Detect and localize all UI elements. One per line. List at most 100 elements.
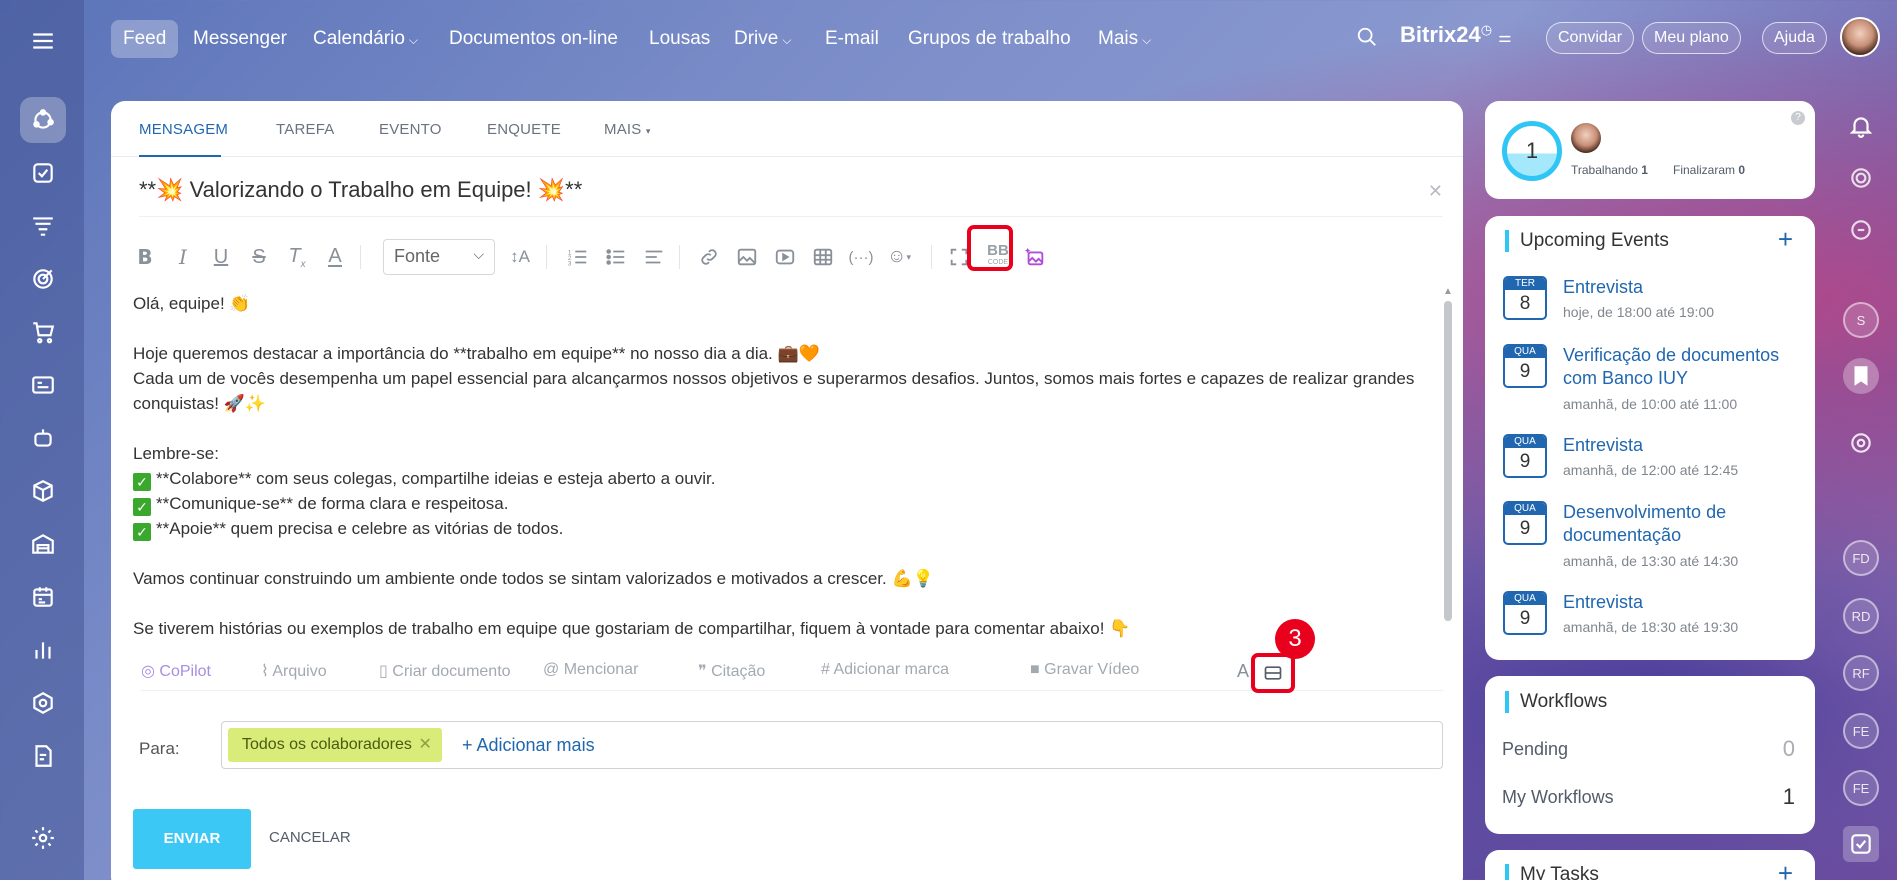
contact-avatar[interactable]: RD (1843, 598, 1879, 634)
event-title[interactable]: Entrevista (1563, 591, 1803, 614)
table-icon[interactable] (809, 243, 837, 271)
event-title[interactable]: Verificação de documentos com Banco IUY (1563, 344, 1803, 390)
box-icon[interactable] (20, 468, 66, 514)
warehouse-icon[interactable] (20, 521, 66, 567)
text-format-icon[interactable]: A (1237, 661, 1249, 682)
chat-icon[interactable] (1843, 212, 1879, 248)
attach-file-button[interactable]: ⌇ Arquivo (261, 661, 327, 681)
event-item[interactable]: TER 8 Entrevista hoje, de 18:00 até 19:00 (1503, 276, 1803, 326)
contact-avatar[interactable]: FD (1843, 540, 1879, 576)
event-item[interactable]: QUA 9 Desenvolvimento de documentação ama… (1503, 501, 1803, 571)
nav-email[interactable]: E-mail (813, 20, 891, 58)
crm-funnel-icon[interactable] (20, 203, 66, 249)
panel-toggle-highlight[interactable] (1251, 653, 1295, 693)
working-user-avatar[interactable] (1571, 123, 1601, 153)
nav-more[interactable]: Mais ⌵ (1086, 20, 1163, 58)
add-tag-button[interactable]: # Adicionar marca (821, 661, 949, 679)
contact-avatar[interactable]: FE (1843, 713, 1879, 749)
clear-format-icon[interactable]: Tx (283, 243, 311, 271)
event-title[interactable]: Entrevista (1563, 276, 1803, 299)
contact-avatar[interactable]: RF (1843, 655, 1879, 691)
tab-task[interactable]: TAREFA (276, 121, 334, 138)
text-color-icon[interactable]: A (321, 243, 349, 271)
copilot-chat-icon[interactable] (1843, 425, 1879, 461)
invite-button[interactable]: Convidar (1546, 22, 1635, 54)
add-task-icon[interactable]: + (1778, 858, 1793, 880)
my-workflows-row[interactable]: My Workflows 1 (1502, 784, 1795, 809)
robot-icon[interactable] (20, 415, 66, 461)
title-field[interactable]: **💥 Valorizando o Trabalho em Equipe! 💥*… (139, 177, 1443, 217)
user-avatar[interactable] (1840, 17, 1880, 57)
bullet-list-icon[interactable] (602, 243, 630, 271)
create-document-button[interactable]: ▯ Criar documento (379, 661, 511, 681)
task-check-icon[interactable] (1843, 826, 1879, 862)
tasks-nav-icon[interactable] (20, 150, 66, 196)
my-plan-button[interactable]: Meu plano (1642, 22, 1741, 54)
pending-workflows-row[interactable]: Pending 0 (1502, 736, 1795, 761)
nav-calendar[interactable]: Calendário ⌵ (301, 20, 430, 58)
analytics-chart-icon[interactable] (20, 627, 66, 673)
document-edit-icon[interactable] (20, 733, 66, 779)
tab-event[interactable]: EVENTO (379, 121, 442, 138)
send-button[interactable]: ENVIAR (133, 809, 251, 869)
nav-drive[interactable]: Drive ⌵ (722, 20, 803, 58)
mention-button[interactable]: @ Mencionar (543, 661, 638, 679)
nav-boards[interactable]: Lousas (637, 20, 722, 58)
recipient-chip[interactable]: Todos os colaboradores ✕ (228, 728, 442, 762)
cancel-button[interactable]: CANCELAR (269, 829, 351, 846)
event-item[interactable]: QUA 9 Entrevista amanhã, de 12:00 até 12:… (1503, 434, 1803, 484)
target-icon[interactable] (20, 256, 66, 302)
contact-card-icon[interactable] (20, 362, 66, 408)
video-icon[interactable] (771, 243, 799, 271)
nav-online-docs[interactable]: Documentos on-line (437, 20, 630, 58)
ai-image-icon[interactable] (1021, 243, 1049, 271)
calendar-grid-icon[interactable] (20, 574, 66, 620)
quote-button[interactable]: ❞ Citação (698, 661, 765, 681)
search-icon[interactable] (1356, 26, 1378, 48)
event-item[interactable]: QUA 9 Entrevista amanhã, de 18:30 até 19:… (1503, 591, 1803, 641)
menu-icon[interactable] (20, 18, 66, 64)
bold-icon[interactable]: B (131, 243, 159, 271)
bookmark-icon[interactable] (1843, 358, 1879, 394)
event-item[interactable]: QUA 9 Verificação de documentos com Banco… (1503, 344, 1803, 414)
post-title[interactable]: **💥 Valorizando o Trabalho em Equipe! 💥*… (139, 177, 1443, 203)
settings-gear-icon[interactable] (20, 815, 66, 861)
editor-scrollbar[interactable]: ▲ (1443, 286, 1453, 726)
nav-messenger[interactable]: Messenger (181, 20, 299, 58)
strikethrough-icon[interactable]: S (245, 243, 273, 271)
shop-cart-icon[interactable] (20, 309, 66, 355)
nav-workgroups[interactable]: Grupos de trabalho (896, 20, 1083, 58)
tab-message[interactable]: MENSAGEM (139, 121, 228, 138)
link-icon[interactable] (695, 243, 723, 271)
recipients-field[interactable]: Todos os colaboradores ✕ + Adicionar mais (221, 721, 1443, 769)
align-left-icon[interactable] (640, 243, 668, 271)
event-title[interactable]: Desenvolvimento de documentação (1563, 501, 1803, 547)
scroll-up-icon[interactable]: ▲ (1443, 286, 1453, 297)
add-more-link[interactable]: + Adicionar mais (462, 735, 595, 756)
numbered-list-icon[interactable]: 123 (564, 243, 592, 271)
sliders-icon[interactable]: ⚌ (1498, 29, 1511, 46)
close-icon[interactable]: ✕ (1428, 181, 1443, 202)
code-icon[interactable]: (···) (847, 243, 875, 271)
nav-feed[interactable]: Feed (111, 20, 179, 58)
font-size-icon[interactable]: ↕A (506, 243, 534, 271)
activity-stream-icon[interactable] (1843, 160, 1879, 196)
contact-avatar[interactable]: FE (1843, 770, 1879, 806)
hexagon-icon[interactable] (20, 680, 66, 726)
remove-icon[interactable]: ✕ (418, 728, 431, 762)
feed-nav-icon[interactable] (20, 97, 66, 143)
italic-icon[interactable]: I (169, 243, 197, 271)
underline-icon[interactable]: U (207, 243, 235, 271)
help-button[interactable]: Ajuda (1762, 22, 1827, 54)
tab-more[interactable]: MAIS ▾ (604, 121, 651, 138)
image-icon[interactable] (733, 243, 761, 271)
add-event-icon[interactable]: + (1778, 224, 1793, 255)
scrollbar-thumb[interactable] (1444, 301, 1452, 621)
tab-poll[interactable]: ENQUETE (487, 121, 561, 138)
emoji-icon[interactable]: ☺ ▾ (885, 243, 913, 271)
notifications-bell-icon[interactable] (1843, 108, 1879, 144)
help-icon[interactable]: ? (1791, 111, 1805, 125)
event-title[interactable]: Entrevista (1563, 434, 1803, 457)
copilot-button[interactable]: ◎ CoPilot (141, 661, 211, 681)
record-video-button[interactable]: ■ Gravar Vídeo (1030, 661, 1139, 679)
